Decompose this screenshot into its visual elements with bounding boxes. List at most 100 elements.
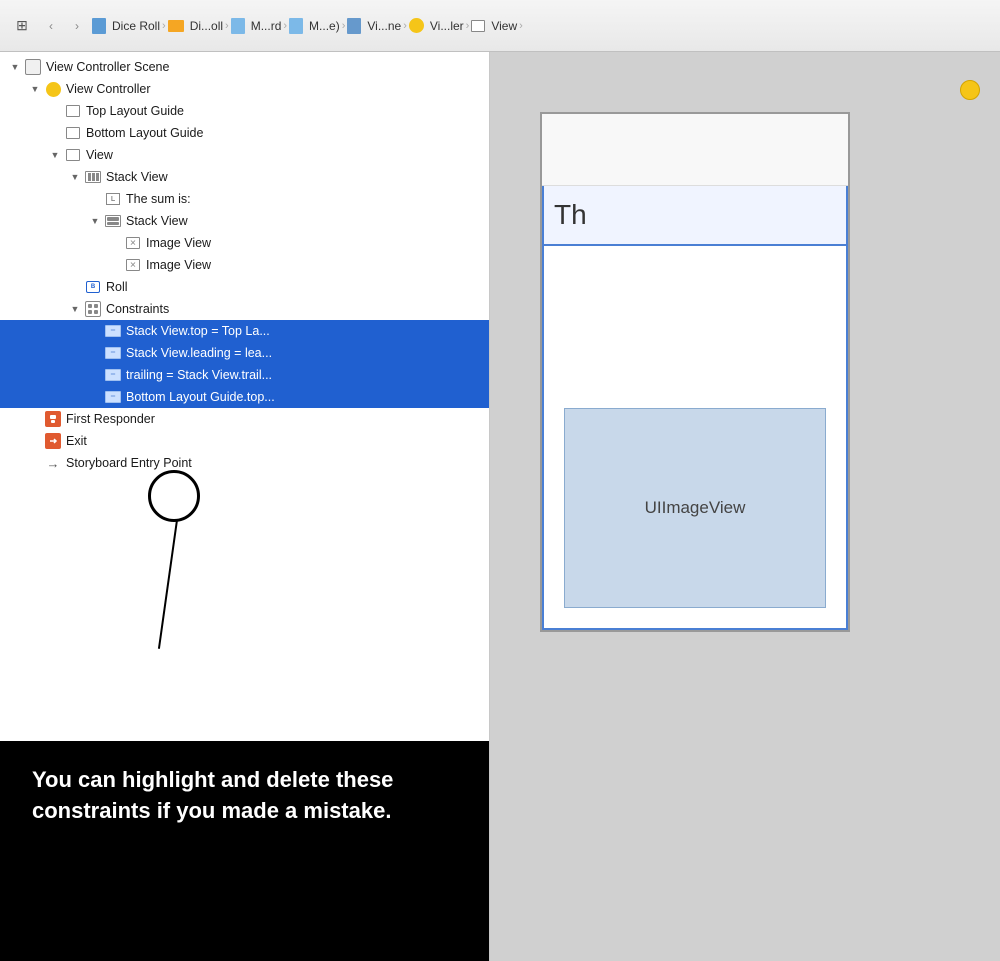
constraint-2-icon: ═ (104, 344, 122, 362)
button-roll-label: Roll (106, 280, 128, 294)
ui-image-view-placeholder: UIImageView (564, 408, 826, 608)
image-view-2-label: Image View (146, 258, 211, 272)
annotation-text: You can highlight and delete these const… (32, 767, 393, 823)
stack-view-outer-icon (84, 168, 102, 186)
image-view-1-icon (124, 234, 142, 252)
breadcrumb-label-7: View (491, 19, 517, 33)
screen-area: Th UIImageView (542, 184, 848, 630)
first-responder-label: First Responder (66, 412, 155, 426)
image-view-2-icon (124, 256, 142, 274)
disclosure-img2 (108, 258, 122, 272)
disclosure-exit (28, 434, 42, 448)
annotation-tooltip: You can highlight and delete these const… (0, 741, 490, 961)
breadcrumb-item-4[interactable]: M...e) (289, 18, 340, 34)
tree-item-vc[interactable]: View Controller (0, 78, 489, 100)
stack-view-outer-label: Stack View (106, 170, 168, 184)
breadcrumb-item-7[interactable]: View (471, 19, 517, 33)
bottom-layout-guide-icon (64, 124, 82, 142)
disclosure-stack-outer[interactable] (68, 170, 82, 184)
stack-view-inner-label: Stack View (126, 214, 188, 228)
vc-label: View Controller (66, 82, 151, 96)
doc-icon (92, 18, 106, 34)
canvas-label-text: Th (554, 199, 587, 231)
disclosure-c2 (88, 346, 102, 360)
text-row: Th (544, 186, 846, 246)
tree-item-image-view-2[interactable]: Image View (0, 254, 489, 276)
breadcrumb-label-5: Vi...ne (367, 19, 401, 33)
nav-forward-button[interactable]: › (66, 15, 88, 37)
disclosure-top-lg (48, 104, 62, 118)
tree-item-image-view-1[interactable]: Image View (0, 232, 489, 254)
vc-scene-label: View Controller Scene (46, 60, 169, 74)
image-view-1-label: Image View (146, 236, 211, 250)
storyboard-icon-2 (289, 18, 303, 34)
breadcrumb-sep-7: › (519, 20, 523, 32)
label-sum-label: The sum is: (126, 192, 191, 206)
tree-item-constraint-3[interactable]: ═ trailing = Stack View.trail... (0, 364, 489, 386)
breadcrumb-sep-3: › (283, 20, 287, 32)
tree-item-exit[interactable]: Exit (0, 430, 489, 452)
toolbar: ⊞ ‹ › Dice Roll › Di...oll › M...rd › M.… (0, 0, 1000, 52)
top-layout-guide-icon (64, 102, 82, 120)
disclosure-fr (28, 412, 42, 426)
tree-item-constraints[interactable]: Constraints (0, 298, 489, 320)
tree-item-first-responder[interactable]: First Responder (0, 408, 489, 430)
ui-image-view-label: UIImageView (645, 498, 746, 518)
breadcrumb-item-3[interactable]: M...rd (231, 18, 282, 34)
disclosure-c1 (88, 324, 102, 338)
disclosure-c3 (88, 368, 102, 382)
disclosure-stack-inner[interactable] (88, 214, 102, 228)
tree-item-vc-scene[interactable]: View Controller Scene (0, 56, 489, 78)
first-responder-icon (44, 410, 62, 428)
breadcrumb-item-1[interactable]: Dice Roll (92, 18, 160, 34)
tree-item-stack-view-inner[interactable]: Stack View (0, 210, 489, 232)
breadcrumb-label-2: Di...oll (190, 19, 223, 33)
breadcrumb-sep-2: › (225, 20, 229, 32)
disclosure-vc-scene[interactable] (8, 60, 22, 74)
disclosure-bottom-lg (48, 126, 62, 140)
disclosure-view[interactable] (48, 148, 62, 162)
tree-item-button-roll[interactable]: B Roll (0, 276, 489, 298)
disclosure-constraints[interactable] (68, 302, 82, 316)
vc-icon (44, 80, 62, 98)
exit-label: Exit (66, 434, 87, 448)
breadcrumb-label-4: M...e) (309, 19, 340, 33)
tree-item-storyboard-entry[interactable]: → Storyboard Entry Point (0, 452, 489, 474)
grid-icon[interactable]: ⊞ (8, 12, 36, 40)
constraints-icon (84, 300, 102, 318)
main-layout: View Controller Scene View Controller To… (0, 52, 1000, 961)
nav-back-button[interactable]: ‹ (40, 15, 62, 37)
tree-item-top-layout-guide[interactable]: Top Layout Guide (0, 100, 489, 122)
vc-yellow-dot (960, 80, 980, 100)
storyboard-icon-1 (231, 18, 245, 34)
view-icon (471, 20, 485, 32)
tree-item-view[interactable]: View (0, 144, 489, 166)
breadcrumb-sep-5: › (403, 20, 407, 32)
constraint-3-label: trailing = Stack View.trail... (126, 368, 272, 382)
bottom-layout-guide-label: Bottom Layout Guide (86, 126, 203, 140)
breadcrumb-item-6[interactable]: Vi...ler (409, 18, 464, 33)
vc-icon (409, 18, 424, 33)
outline-panel: View Controller Scene View Controller To… (0, 52, 490, 961)
storyboard-entry-icon: → (44, 454, 62, 472)
tree-item-label-sum[interactable]: L The sum is: (0, 188, 489, 210)
disclosure-vc[interactable] (28, 82, 42, 96)
tree-item-stack-view-outer[interactable]: Stack View (0, 166, 489, 188)
constraint-1-icon: ═ (104, 322, 122, 340)
breadcrumb-item-2[interactable]: Di...oll (168, 19, 223, 33)
exit-icon (44, 432, 62, 450)
storyboard-entry-label: Storyboard Entry Point (66, 456, 192, 470)
tree-item-constraint-1[interactable]: ═ Stack View.top = Top La... (0, 320, 489, 342)
breadcrumb-item-5[interactable]: Vi...ne (347, 18, 401, 34)
disclosure-label-sum (88, 192, 102, 206)
label-sum-icon: L (104, 190, 122, 208)
button-roll-icon: B (84, 278, 102, 296)
phone-outer: Th UIImageView (540, 112, 850, 632)
storyboard-icon-3 (347, 18, 361, 34)
tree-item-constraint-4[interactable]: ═ Bottom Layout Guide.top... (0, 386, 489, 408)
breadcrumb-sep-4: › (342, 20, 346, 32)
tree-item-constraint-2[interactable]: ═ Stack View.leading = lea... (0, 342, 489, 364)
tree-item-bottom-layout-guide[interactable]: Bottom Layout Guide (0, 122, 489, 144)
constraint-1-label: Stack View.top = Top La... (126, 324, 270, 338)
constraint-4-label: Bottom Layout Guide.top... (126, 390, 275, 404)
